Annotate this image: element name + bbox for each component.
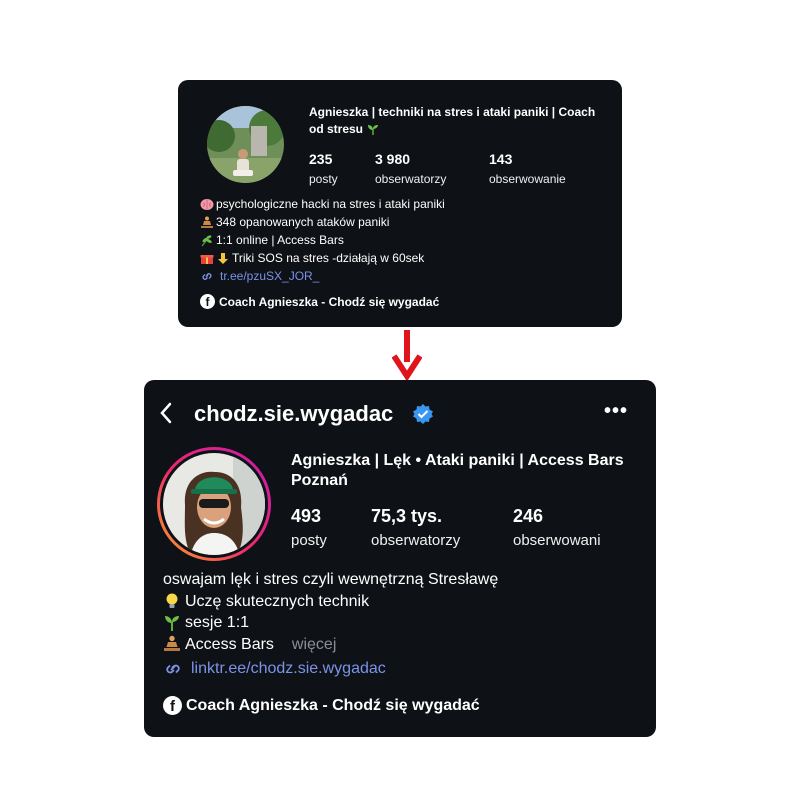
meditation-icon	[164, 636, 180, 652]
bio-line: 348 opanowanych ataków paniki	[200, 213, 445, 231]
bio-line: 1:1 online | Access Bars	[200, 231, 445, 249]
stat-followers-before[interactable]: 3 980 obserwatorzy	[375, 151, 446, 186]
bio-after: oswajam lęk i stres czyli wewnętrzną Str…	[163, 569, 498, 655]
profile-avatar-before[interactable]	[207, 106, 284, 183]
stat-posts-after[interactable]: 493 posty	[291, 505, 327, 550]
herb-icon	[201, 235, 212, 246]
facebook-icon: f	[200, 294, 215, 309]
bio-line: Access Bars więcej	[163, 634, 498, 656]
bio-more-link[interactable]: więcej	[292, 634, 336, 656]
back-chevron-icon[interactable]	[158, 401, 174, 425]
profile-handle: chodz.sie.wygadac	[194, 401, 394, 426]
bio-link-after[interactable]: linktr.ee/chodz.sie.wygadac	[163, 660, 386, 678]
bio-line: Triki SOS na stres -działają w 60sek	[200, 249, 445, 267]
meditation-icon	[201, 216, 213, 228]
brain-icon	[200, 198, 214, 210]
stat-posts-before[interactable]: 235 posty	[309, 151, 338, 186]
profile-card-before: Agnieszka | techniki na stres i ataki pa…	[178, 80, 622, 327]
verified-badge-icon	[413, 404, 433, 424]
gift-icon	[200, 254, 214, 264]
bio-line: sesje 1:1	[163, 612, 498, 634]
link-icon	[202, 272, 212, 280]
display-name-after: Agnieszka | Lęk • Ataki paniki | Access …	[291, 452, 624, 489]
arrow-down-icon	[392, 330, 422, 380]
link-icon	[166, 664, 180, 674]
stat-following-after[interactable]: 246 obserwowani	[513, 505, 601, 550]
facebook-link-after[interactable]: f Coach Agnieszka - Chodź się wygadać	[163, 696, 480, 715]
display-name-before: Agnieszka | techniki na stres i ataki pa…	[309, 105, 596, 136]
bio-line: Uczę skutecznych technik	[163, 591, 498, 613]
stat-following-before[interactable]: 143 obserwowanie	[489, 151, 566, 186]
bio-link-before[interactable]: tr.ee/pzuSX_JOR_	[200, 267, 445, 285]
seedling-icon	[368, 125, 379, 136]
bio-line: psychologiczne hacki na stres i ataki pa…	[200, 195, 445, 213]
profile-card-after: chodz.sie.wygadac ••• Agnieszka | Lęk • …	[144, 380, 656, 737]
lightbulb-icon	[166, 593, 178, 609]
facebook-icon: f	[163, 696, 182, 715]
seedling-icon	[165, 615, 179, 631]
more-options-icon[interactable]: •••	[604, 400, 628, 423]
bio-line: oswajam lęk i stres czyli wewnętrzną Str…	[163, 571, 499, 588]
profile-avatar-story-ring[interactable]	[155, 445, 273, 563]
facebook-link-before[interactable]: f Coach Agnieszka - Chodź się wygadać	[200, 294, 439, 309]
stat-followers-after[interactable]: 75,3 tys. obserwatorzy	[371, 505, 460, 550]
pointing-down-icon	[218, 252, 228, 264]
bio-before: psychologiczne hacki na stres i ataki pa…	[200, 195, 445, 285]
